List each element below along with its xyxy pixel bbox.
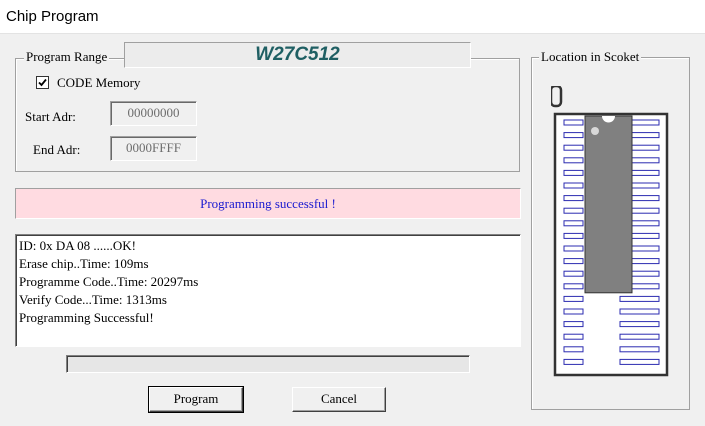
end-adr-label: End Adr:: [33, 142, 81, 157]
log-line: ID: 0x DA 08 ......OK!: [19, 238, 136, 253]
socket-location-legend: Location in Scoket: [539, 49, 642, 64]
log-line: Verify Code...Time: 1313ms: [19, 292, 167, 307]
socket-diagram: [551, 86, 669, 377]
log-line: Programming Successful!: [19, 310, 154, 325]
chip-body: [584, 115, 633, 294]
end-adr-field[interactable]: 0000FFFF: [110, 136, 197, 161]
progress-bar: [66, 355, 470, 373]
pin1-marker-icon: [591, 127, 599, 135]
log-output[interactable]: ID: 0x DA 08 ......OK! Erase chip..Time:…: [15, 234, 521, 347]
code-memory-label: CODE Memory: [57, 75, 141, 90]
program-button[interactable]: Program: [148, 386, 244, 413]
title-bar: Chip Program: [0, 0, 705, 34]
chip-name-display: W27C512: [124, 42, 471, 68]
socket-lever-icon: [551, 86, 563, 108]
window-title: Chip Program: [6, 8, 99, 25]
status-message: Programming successful !: [15, 188, 521, 219]
checkmark-icon: [38, 78, 47, 87]
log-line: Erase chip..Time: 109ms: [19, 256, 149, 271]
cancel-button[interactable]: Cancel: [292, 387, 386, 412]
program-range-legend: Program Range: [24, 49, 110, 64]
start-adr-field[interactable]: 00000000: [110, 101, 197, 126]
log-line: Programme Code..Time: 20297ms: [19, 274, 199, 289]
code-memory-checkbox[interactable]: [36, 76, 49, 89]
start-adr-label: Start Adr:: [25, 109, 76, 124]
